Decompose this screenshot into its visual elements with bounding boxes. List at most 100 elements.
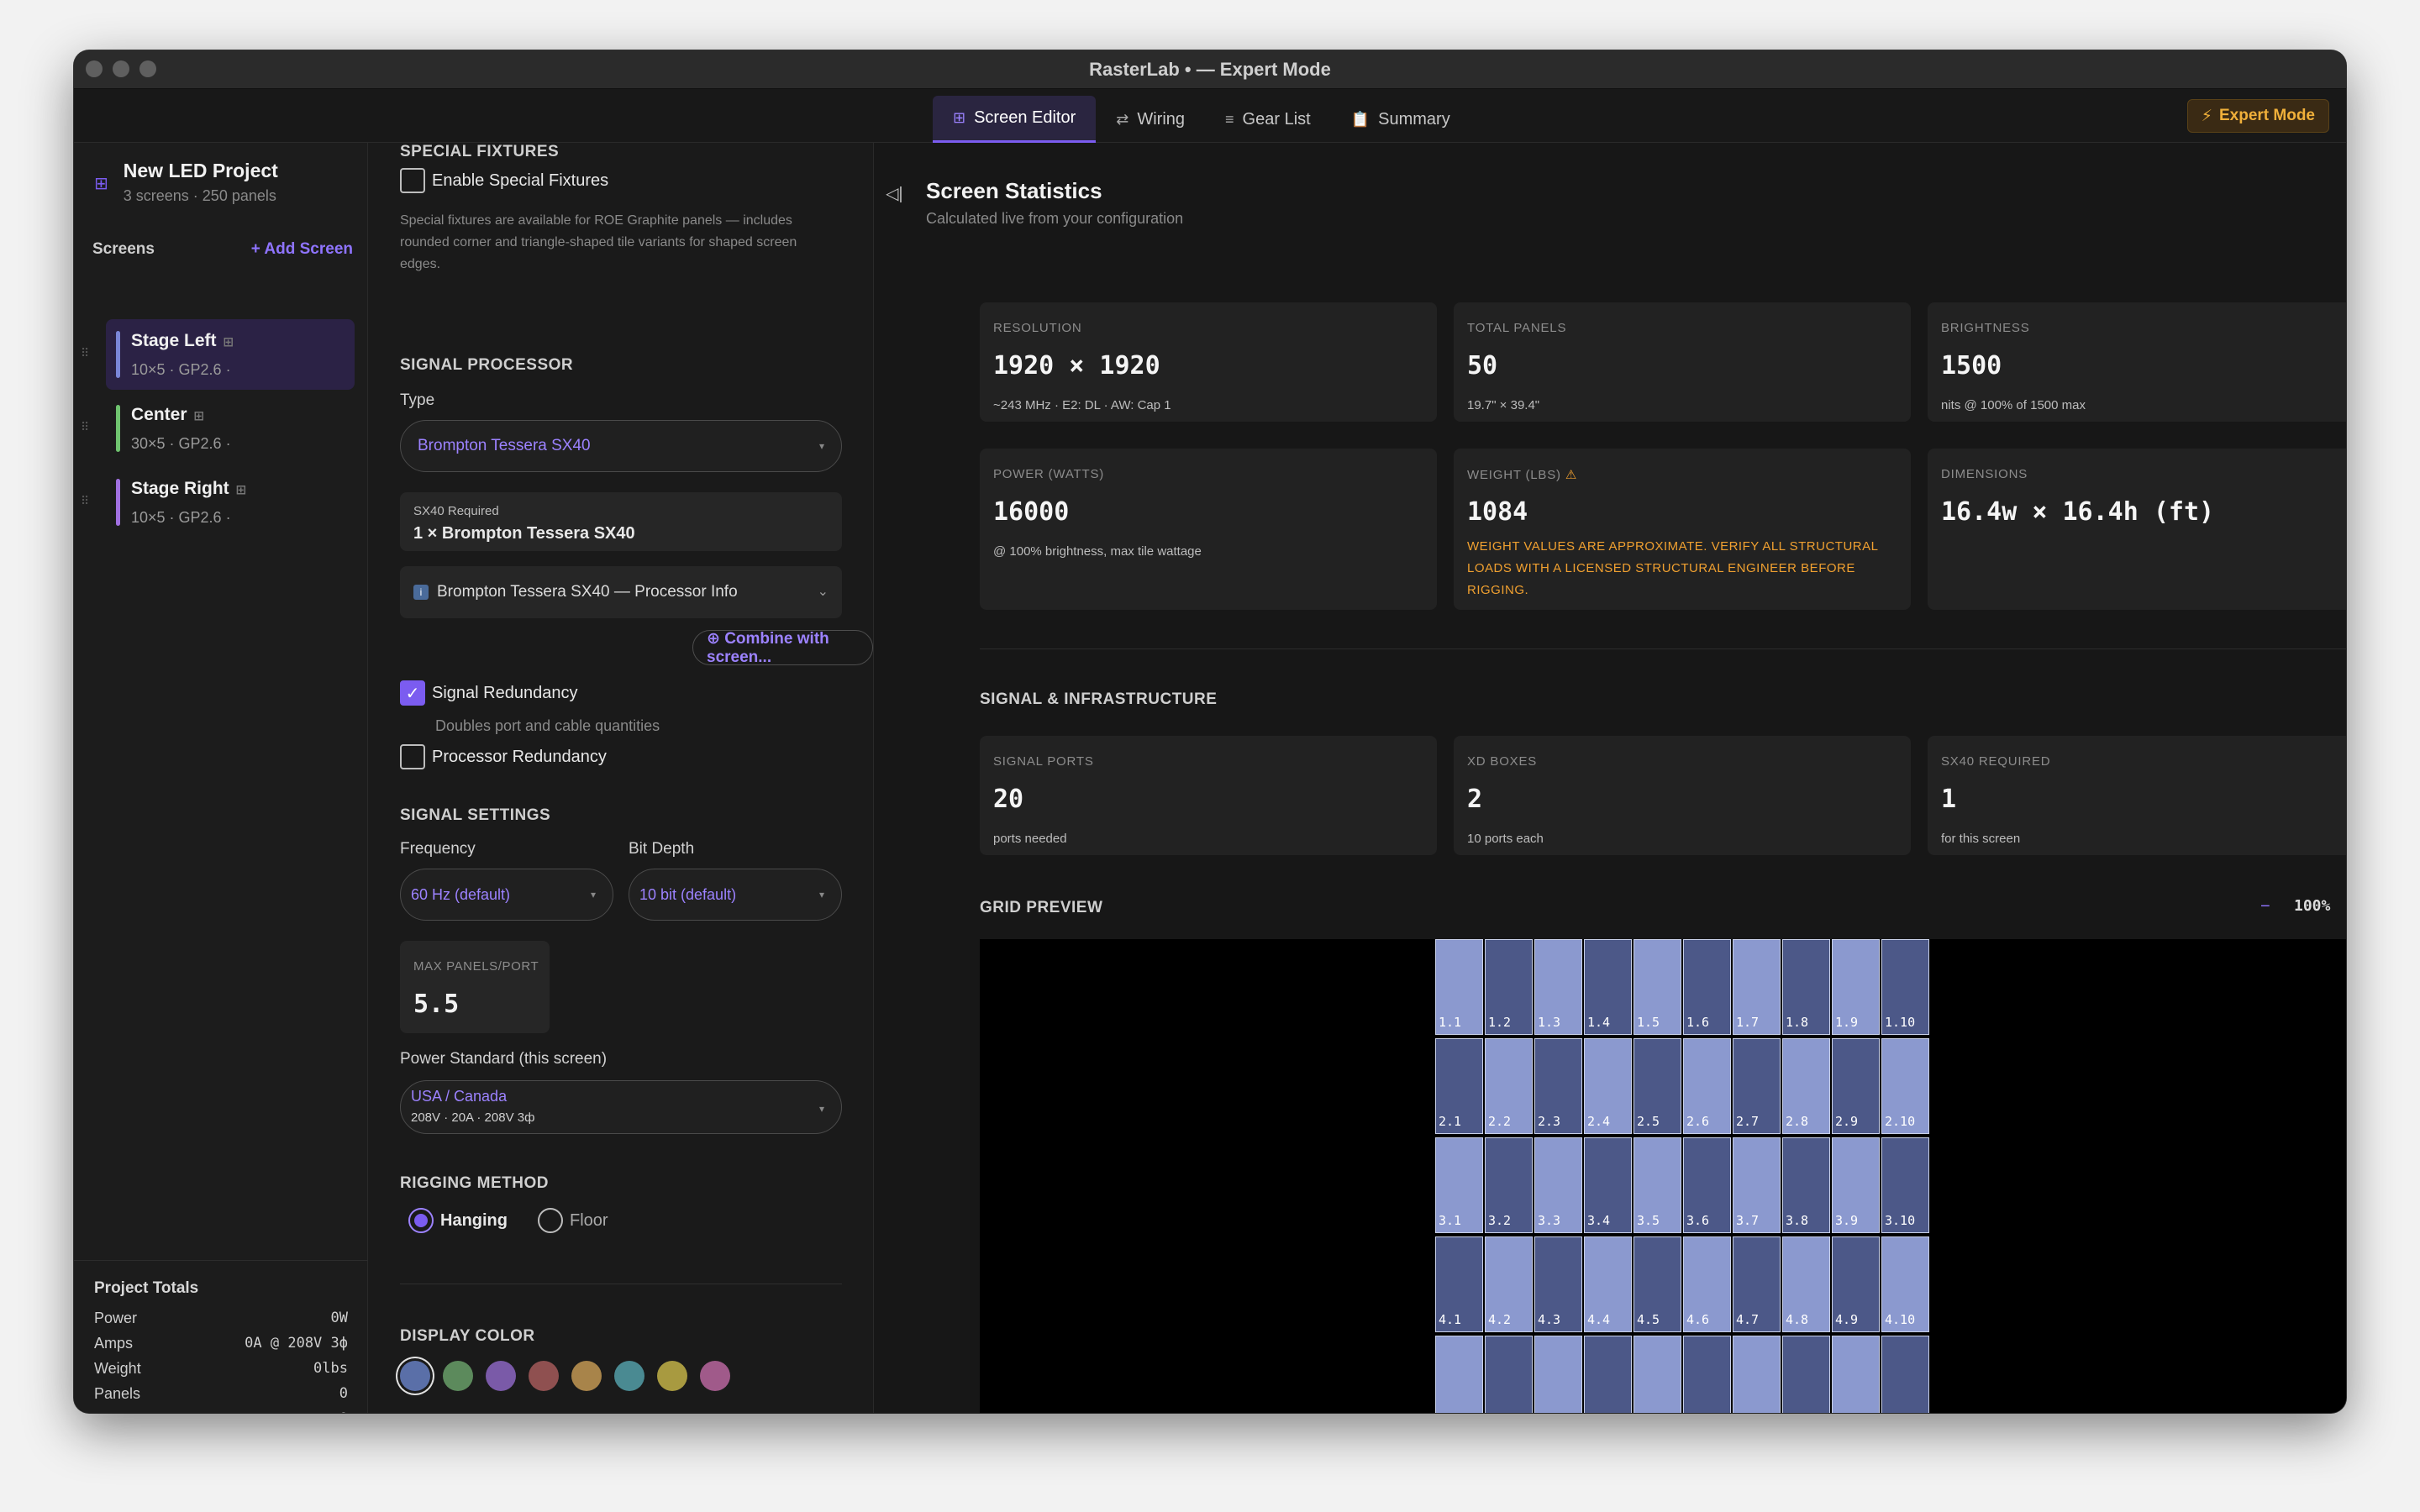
panel-tile[interactable]: 3.4	[1584, 1137, 1632, 1233]
totals-rows: Power 0W Amps 0A @ 208V 3ф Weight 0lbs Panels 0…	[94, 1310, 348, 1413]
combine-with-screen-button[interactable]: ⊕ Combine with screen...	[692, 630, 873, 666]
panel-tile[interactable]: 5.10	[1881, 1336, 1929, 1413]
panel-tile[interactable]: 1.3	[1534, 939, 1582, 1035]
tab-summary[interactable]: 📋 Summary	[1331, 96, 1470, 143]
rigging-hanging-radio[interactable]: Hanging	[408, 1208, 508, 1233]
panel-tile[interactable]: 5.9	[1832, 1336, 1880, 1413]
collapse-panel-icon[interactable]: ◁|	[886, 183, 903, 204]
panel-tile[interactable]: 3.8	[1782, 1137, 1830, 1233]
panel-tile[interactable]: 4.5	[1634, 1236, 1681, 1332]
panel-tile[interactable]: 4.4	[1584, 1236, 1632, 1332]
project-totals: Project Totals Power 0W Amps 0A @ 208V 3ф We…	[74, 1260, 368, 1413]
panel-tile[interactable]: 1.9	[1832, 939, 1880, 1035]
panel-tile[interactable]: 2.7	[1733, 1038, 1781, 1134]
signal-settings-heading: SIGNAL SETTINGS	[400, 806, 551, 824]
color-swatch[interactable]	[443, 1361, 473, 1391]
processor-type-select[interactable]: Brompton Tessera SX40 ▾	[400, 420, 842, 472]
panel-tile[interactable]: 4.7	[1733, 1236, 1781, 1332]
panel-tile-label: 5.8	[1786, 1411, 1808, 1413]
screen-item[interactable]: ⠿ Stage Right ⊞ 10×5 · GP2.6 ·	[81, 467, 355, 538]
panel-tile-label: 4.10	[1885, 1312, 1916, 1327]
panel-tile[interactable]: 2.6	[1683, 1038, 1731, 1134]
bit-depth-select[interactable]: 10 bit (default) ▾	[629, 869, 842, 921]
project-header[interactable]: ⊞ New LED Project 3 screens · 250 panels	[94, 160, 278, 205]
tab-wiring[interactable]: ⇄ Wiring	[1096, 96, 1205, 143]
panel-tile[interactable]: 1.8	[1782, 939, 1830, 1035]
panel-tile[interactable]: 5.5	[1634, 1336, 1681, 1413]
rigging-floor-radio[interactable]: Floor	[538, 1208, 608, 1233]
panel-tile[interactable]: 1.1	[1435, 939, 1483, 1035]
panel-tile[interactable]: 4.10	[1881, 1236, 1929, 1332]
panel-tile[interactable]: 4.9	[1832, 1236, 1880, 1332]
panel-tile[interactable]: 2.2	[1485, 1038, 1533, 1134]
panel-tile[interactable]: 5.3	[1534, 1336, 1582, 1413]
panel-tile[interactable]: 4.3	[1534, 1236, 1582, 1332]
panel-tile[interactable]: 1.7	[1733, 939, 1781, 1035]
panel-tile[interactable]: 2.3	[1534, 1038, 1582, 1134]
color-swatch[interactable]	[486, 1361, 516, 1391]
drag-handle-icon[interactable]: ⠿	[81, 494, 89, 508]
drag-handle-icon[interactable]: ⠿	[81, 420, 89, 434]
panel-tile[interactable]: 2.9	[1832, 1038, 1880, 1134]
drag-handle-icon[interactable]: ⠿	[81, 346, 89, 360]
panel-tile[interactable]: 2.10	[1881, 1038, 1929, 1134]
power-standard-select[interactable]: USA / Canada 208V · 20A · 208V 3ф ▾	[400, 1080, 842, 1134]
panel-tile[interactable]: 4.8	[1782, 1236, 1830, 1332]
panel-tile[interactable]: 3.7	[1733, 1137, 1781, 1233]
color-swatch[interactable]	[529, 1361, 559, 1391]
enable-special-fixtures-checkbox[interactable]: Enable Special Fixtures	[400, 168, 608, 193]
stats-subtitle: Calculated live from your configuration	[926, 210, 1184, 227]
panel-tile[interactable]: 4.6	[1683, 1236, 1731, 1332]
panel-tile[interactable]: 3.10	[1881, 1137, 1929, 1233]
panel-tile[interactable]: 4.2	[1485, 1236, 1533, 1332]
frequency-select[interactable]: 60 Hz (default) ▾	[400, 869, 613, 921]
processor-info-toggle[interactable]: i Brompton Tessera SX40 — Processor Info…	[400, 566, 842, 618]
processor-redundancy-checkbox[interactable]: Processor Redundancy	[400, 744, 607, 769]
panel-tile[interactable]: 5.2	[1485, 1336, 1533, 1413]
screen-item[interactable]: ⠿ Center ⊞ 30×5 · GP2.6 ·	[81, 393, 355, 464]
color-swatch[interactable]	[700, 1361, 730, 1391]
panel-tile[interactable]: 1.5	[1634, 939, 1681, 1035]
tab-label: Wiring	[1137, 109, 1186, 129]
tab-screen-editor[interactable]: ⊞ Screen Editor	[933, 96, 1097, 143]
zoom-out-button[interactable]: −	[2260, 897, 2270, 916]
panel-tile[interactable]: 3.1	[1435, 1137, 1483, 1233]
tab-gear-list[interactable]: ≡ Gear List	[1205, 96, 1331, 143]
panel-tile[interactable]: 5.8	[1782, 1336, 1830, 1413]
panel-tile[interactable]: 3.5	[1634, 1137, 1681, 1233]
panel-tile[interactable]: 5.7	[1733, 1336, 1781, 1413]
color-swatch[interactable]	[614, 1361, 644, 1391]
panel-tile[interactable]: 3.2	[1485, 1137, 1533, 1233]
grid-preview-canvas[interactable]: 1.1 1.2 1.3 1.4 1.5 1.6 1.7 1.8 1.9 1.10 2.1 2.2 2.3…	[980, 939, 2346, 1413]
panel-tile[interactable]: 3.6	[1683, 1137, 1731, 1233]
close-window-button[interactable]	[86, 60, 103, 77]
panel-tile[interactable]: 3.3	[1534, 1137, 1582, 1233]
panel-tile[interactable]: 1.6	[1683, 939, 1731, 1035]
panel-tile-label: 3.2	[1488, 1213, 1512, 1228]
zoom-window-button[interactable]	[139, 60, 156, 77]
panel-tile[interactable]: 1.2	[1485, 939, 1533, 1035]
color-swatch[interactable]	[400, 1361, 430, 1391]
panel-tile[interactable]: 5.6	[1683, 1336, 1731, 1413]
screen-item[interactable]: ⠿ Stage Left ⊞ 10×5 · GP2.6 ·	[81, 319, 355, 390]
panel-tile[interactable]: 1.10	[1881, 939, 1929, 1035]
totals-label: Weight	[94, 1360, 141, 1377]
panel-tile[interactable]: 2.5	[1634, 1038, 1681, 1134]
color-swatch[interactable]	[657, 1361, 687, 1391]
color-swatch[interactable]	[571, 1361, 602, 1391]
radio-label: Floor	[570, 1210, 608, 1230]
stat-key: WEIGHT (LBS) ⚠	[1467, 467, 1577, 482]
totals-row: Power 0W	[94, 1310, 348, 1335]
panel-tile[interactable]: 2.1	[1435, 1038, 1483, 1134]
panel-tile[interactable]: 3.9	[1832, 1137, 1880, 1233]
signal-redundancy-checkbox[interactable]: ✓ Signal Redundancy	[400, 680, 577, 706]
panel-tile[interactable]: 5.1	[1435, 1336, 1483, 1413]
minimize-window-button[interactable]	[113, 60, 129, 77]
panel-tile[interactable]: 2.4	[1584, 1038, 1632, 1134]
panel-tile[interactable]: 1.4	[1584, 939, 1632, 1035]
panel-tile[interactable]: 5.4	[1584, 1336, 1632, 1413]
panel-tile[interactable]: 2.8	[1782, 1038, 1830, 1134]
expert-mode-button[interactable]: ⚡ Expert Mode	[2186, 99, 2329, 133]
add-screen-button[interactable]: + Add Screen	[251, 240, 353, 259]
panel-tile[interactable]: 4.1	[1435, 1236, 1483, 1332]
